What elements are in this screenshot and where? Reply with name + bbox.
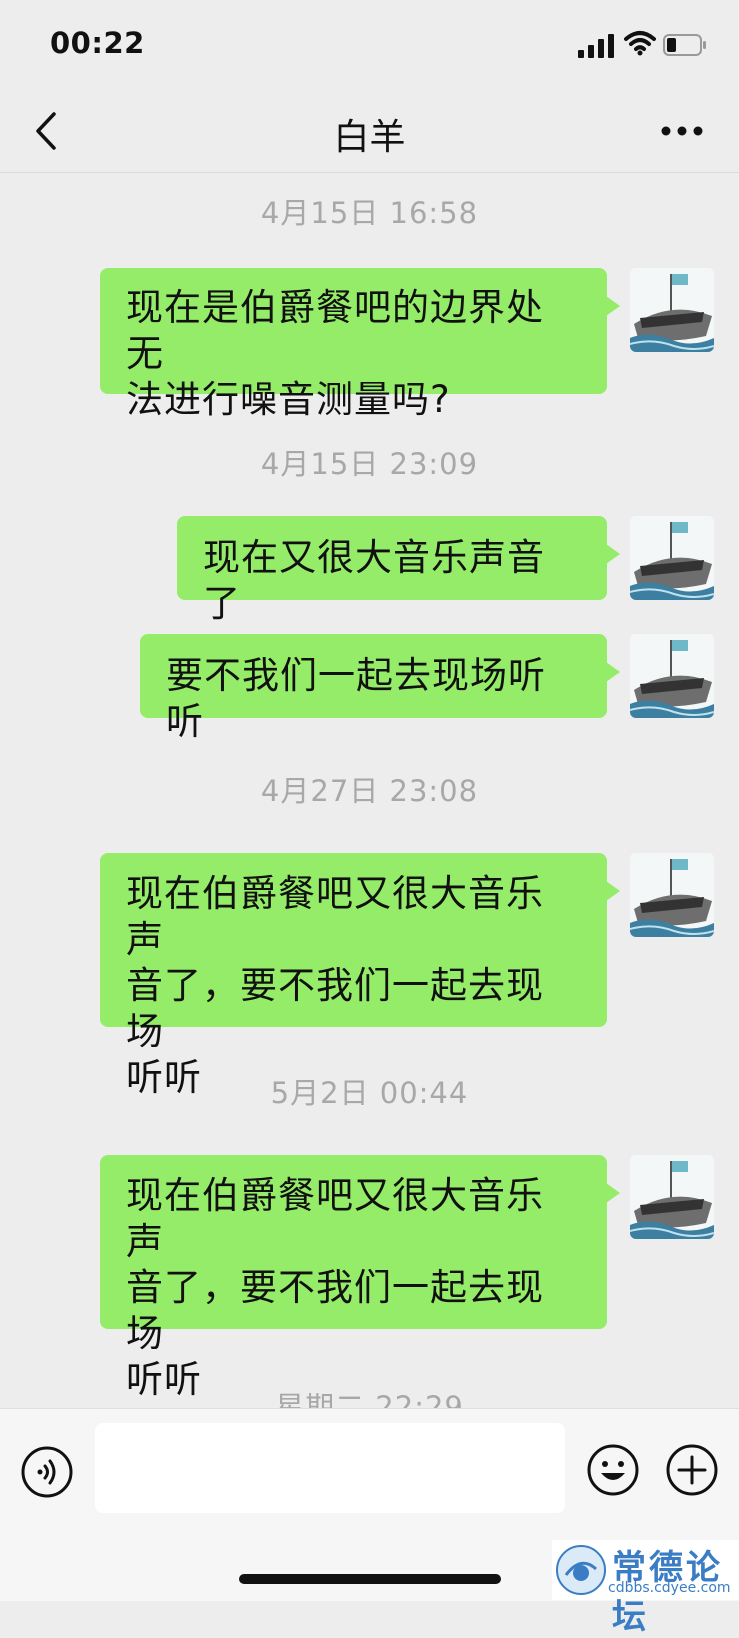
avatar-image [630,516,714,600]
wifi-icon [624,31,656,56]
emoji-icon[interactable] [586,1443,640,1497]
message-line: 要不我们一起去现场听听 [166,654,546,743]
message-bubble[interactable]: 现在伯爵餐吧又很大音乐声 音了，要不我们一起去现场 听听 [100,853,620,1099]
message-bubble[interactable]: 现在是伯爵餐吧的边界处无 法进行噪音测量吗? [100,268,620,421]
more-icon[interactable] [660,124,704,138]
avatar[interactable] [630,1155,714,1239]
battery-icon [663,34,706,56]
timestamp: 4月27日 23:08 [260,774,479,808]
chat-title: 白羊 [333,117,406,158]
message-bubble[interactable]: 现在又很大音乐声音了 [177,516,620,625]
message-input[interactable] [95,1423,565,1513]
status-time: 00:22 [50,26,145,60]
message-line: 法进行噪音测量吗? [126,378,451,421]
timestamp: 星期二 22:29 [275,1390,464,1408]
message-line: 现在伯爵餐吧又很大音乐声 [126,1174,544,1263]
message-line: 现在又很大音乐声音了 [203,536,545,625]
cellular-signal-icon [578,34,614,58]
avatar-image [630,634,714,718]
message-bubble[interactable]: 要不我们一起去现场听听 [140,634,620,743]
avatar-image [630,1155,714,1239]
avatar[interactable] [630,516,714,600]
avatar-image [630,268,714,352]
avatar[interactable] [630,634,714,718]
timestamp: 4月15日 16:58 [260,196,479,230]
message-line: 音了，要不我们一起去现场 [126,1266,544,1355]
message-line: 现在是伯爵餐吧的边界处无 [126,286,544,375]
avatar[interactable] [630,853,714,937]
plus-icon[interactable] [665,1443,719,1497]
timestamp: 5月2日 00:44 [270,1076,469,1110]
timestamp: 4月15日 23:09 [260,447,479,481]
status-bar: 00:22 [0,0,739,90]
watermark-logo-icon [556,1545,606,1595]
chat-header: 白羊 [0,90,739,173]
message-bubble[interactable]: 现在伯爵餐吧又很大音乐声 音了，要不我们一起去现场 听听 [100,1155,620,1401]
home-indicator [239,1574,501,1584]
message-line: 音了，要不我们一起去现场 [126,964,544,1053]
message-line: 现在伯爵餐吧又很大音乐声 [126,872,544,961]
avatar-image [630,853,714,937]
avatar[interactable] [630,268,714,352]
watermark: 常德论坛 cdbbs.cdyee.com [552,1540,739,1637]
watermark-url: cdbbs.cdyee.com [608,1580,731,1596]
message-list[interactable]: 4月15日 16:58 现在是伯爵餐吧的边界处无 法进行噪音测量吗? 4月15日… [0,172,739,1408]
voice-icon[interactable] [20,1445,74,1499]
